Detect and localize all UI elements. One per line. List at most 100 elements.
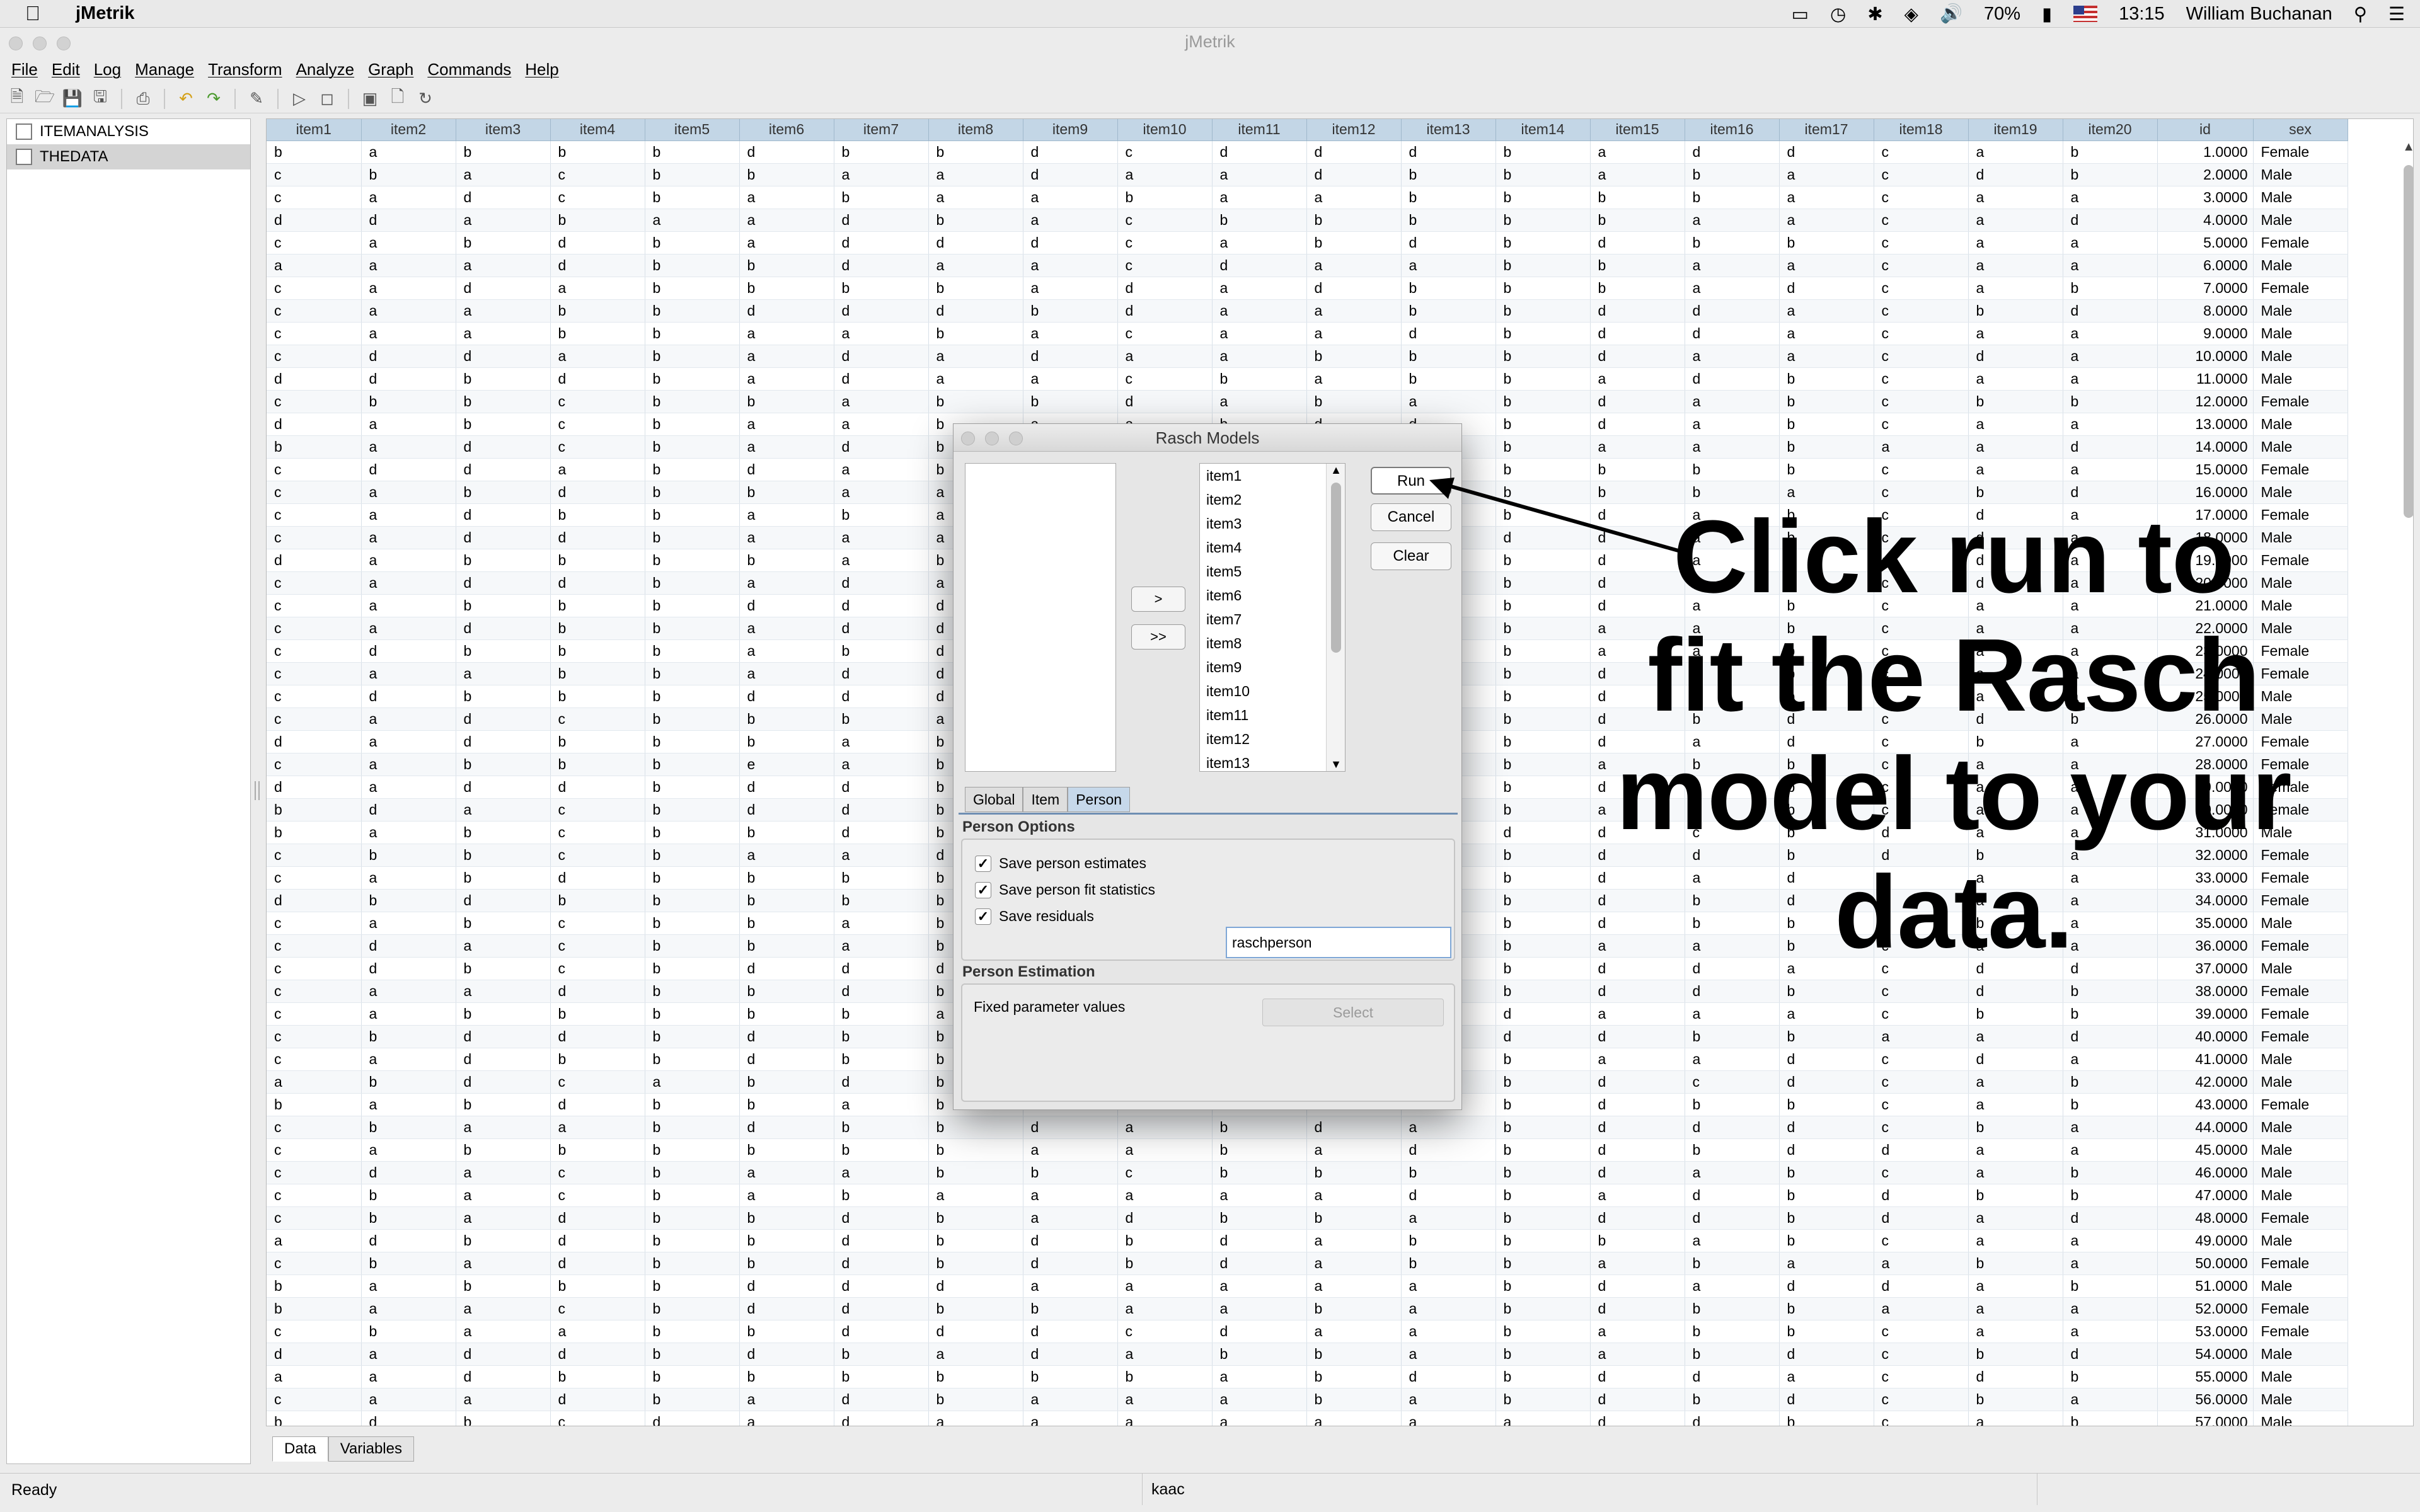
table-cell[interactable]: d bbox=[456, 730, 551, 753]
table-cell[interactable]: b bbox=[834, 186, 929, 209]
table-cell[interactable]: b bbox=[550, 140, 645, 164]
table-cell[interactable]: a bbox=[456, 322, 551, 345]
table-cell[interactable]: b bbox=[550, 662, 645, 685]
tab-variables[interactable]: Variables bbox=[328, 1436, 414, 1462]
table-cell[interactable]: c bbox=[267, 1388, 362, 1411]
table-cell[interactable]: a bbox=[1306, 1138, 1402, 1162]
table-cell[interactable]: a bbox=[1401, 1388, 1496, 1411]
table-cell[interactable]: d bbox=[456, 458, 551, 481]
table-cell[interactable]: c bbox=[267, 1138, 362, 1162]
table-cell[interactable]: c bbox=[550, 435, 645, 459]
table-cell[interactable]: a bbox=[361, 707, 456, 731]
table-cell[interactable]: c bbox=[1874, 1411, 1969, 1426]
table-cell[interactable]: c bbox=[1874, 163, 1969, 186]
table-cell[interactable]: b bbox=[834, 1365, 929, 1389]
table-cell[interactable]: a bbox=[834, 322, 929, 345]
table-cell[interactable]: a bbox=[456, 798, 551, 822]
table-cell[interactable]: d bbox=[267, 889, 362, 912]
table-cell[interactable]: a bbox=[361, 594, 456, 617]
save-fit-checkbox[interactable]: ✓ bbox=[975, 881, 991, 898]
table-cell[interactable]: b bbox=[834, 1138, 929, 1162]
table-cell[interactable]: d bbox=[1590, 1388, 1685, 1411]
table-cell[interactable]: b bbox=[834, 1025, 929, 1048]
table-cell[interactable]: a bbox=[456, 1388, 551, 1411]
save-residuals-row[interactable]: ✓ Save residuals bbox=[975, 908, 1094, 925]
table-cell[interactable]: a bbox=[2063, 1320, 2158, 1343]
table-cell[interactable]: b bbox=[645, 435, 740, 459]
table-cell[interactable]: a bbox=[1117, 1116, 1213, 1139]
table-cell[interactable]: a bbox=[550, 458, 645, 481]
table-cell[interactable]: d bbox=[1685, 140, 1780, 164]
table-cell[interactable]: c bbox=[267, 503, 362, 527]
list-item[interactable]: item5 bbox=[1200, 559, 1345, 583]
table-cell[interactable]: Female bbox=[2253, 1025, 2348, 1048]
table-cell[interactable]: c bbox=[267, 934, 362, 958]
list-item[interactable]: item6 bbox=[1200, 583, 1345, 607]
new-file-icon[interactable]: 🗎 bbox=[6, 87, 28, 110]
table-cell[interactable]: 46.0000 bbox=[2157, 1161, 2254, 1184]
table-cell[interactable]: b bbox=[1779, 1093, 1874, 1116]
table-cell[interactable]: a bbox=[1306, 299, 1402, 323]
table-cell[interactable]: b bbox=[2063, 980, 2158, 1003]
table-cell[interactable]: a bbox=[267, 1070, 362, 1094]
table-cell[interactable]: 45.0000 bbox=[2157, 1138, 2254, 1162]
table-cell[interactable]: a bbox=[2063, 186, 2158, 209]
table-cell[interactable]: Male bbox=[2253, 435, 2348, 459]
table-cell[interactable]: b bbox=[550, 549, 645, 572]
table-cell[interactable]: b bbox=[267, 821, 362, 844]
table-cell[interactable]: b bbox=[739, 481, 834, 504]
table-cell[interactable]: b bbox=[834, 639, 929, 663]
table-cell[interactable]: b bbox=[1495, 707, 1591, 731]
table-cell[interactable]: b bbox=[361, 390, 456, 413]
table-cell[interactable]: a bbox=[928, 163, 1023, 186]
table-cell[interactable]: Male bbox=[2253, 254, 2348, 277]
table-cell[interactable]: c bbox=[267, 163, 362, 186]
table-cell[interactable]: d bbox=[834, 685, 929, 708]
table-cell[interactable]: a bbox=[928, 254, 1023, 277]
table-cell[interactable]: a bbox=[834, 413, 929, 436]
dialog-close-button[interactable] bbox=[961, 432, 975, 445]
table-cell[interactable]: b bbox=[1495, 957, 1591, 980]
table-cell[interactable]: b bbox=[1495, 163, 1591, 186]
table-cell[interactable]: b bbox=[2063, 1002, 2158, 1026]
table-row[interactable]: c b a c b b a a d a a d b b a b a c d b 2.0000 Male bbox=[267, 163, 2348, 186]
table-cell[interactable]: b bbox=[1590, 186, 1685, 209]
table-cell[interactable]: d bbox=[1117, 277, 1213, 300]
table-cell[interactable]: a bbox=[456, 299, 551, 323]
table-cell[interactable]: a bbox=[1212, 1388, 1307, 1411]
table-cell[interactable]: a bbox=[361, 571, 456, 595]
table-cell[interactable]: b bbox=[1685, 163, 1780, 186]
column-header[interactable]: item13 bbox=[1401, 119, 1496, 141]
table-cell[interactable]: b bbox=[1495, 322, 1591, 345]
table-cell[interactable]: a bbox=[361, 1365, 456, 1389]
table-cell[interactable]: Female bbox=[2253, 1320, 2348, 1343]
wifi-icon[interactable]: ◈ bbox=[1904, 3, 1918, 25]
table-cell[interactable]: d bbox=[456, 1070, 551, 1094]
column-header[interactable]: item17 bbox=[1779, 119, 1874, 141]
table-cell[interactable]: b bbox=[1590, 1229, 1685, 1252]
table-cell[interactable]: b bbox=[928, 277, 1023, 300]
table-cell[interactable]: d bbox=[550, 481, 645, 504]
table-cell[interactable]: b bbox=[1117, 1252, 1213, 1275]
table-cell[interactable]: b bbox=[928, 390, 1023, 413]
table-cell[interactable]: b bbox=[1685, 1320, 1780, 1343]
table-cell[interactable]: d bbox=[361, 458, 456, 481]
table-cell[interactable]: 6.0000 bbox=[2157, 254, 2254, 277]
table-cell[interactable]: c bbox=[1874, 1002, 1969, 1026]
table-cell[interactable]: d bbox=[550, 776, 645, 799]
table-cell[interactable]: a bbox=[1212, 1365, 1307, 1389]
table-cell[interactable]: a bbox=[361, 617, 456, 640]
table-cell[interactable]: c bbox=[267, 322, 362, 345]
table-row[interactable]: c a b b b b b b a a b a d b d b d d a a 45.0000 Male bbox=[267, 1138, 2348, 1162]
table-cell[interactable]: b bbox=[1495, 1070, 1591, 1094]
table-cell[interactable]: d bbox=[1779, 277, 1874, 300]
table-cell[interactable]: b bbox=[1401, 277, 1496, 300]
table-cell[interactable]: 50.0000 bbox=[2157, 1252, 2254, 1275]
table-cell[interactable]: a bbox=[361, 481, 456, 504]
table-cell[interactable]: b bbox=[834, 1343, 929, 1366]
minimize-window-button[interactable] bbox=[33, 37, 47, 50]
table-cell[interactable]: b bbox=[550, 753, 645, 776]
table-cell[interactable]: b bbox=[2063, 1161, 2158, 1184]
table-cell[interactable]: d bbox=[267, 209, 362, 232]
table-cell[interactable]: c bbox=[1117, 209, 1213, 232]
